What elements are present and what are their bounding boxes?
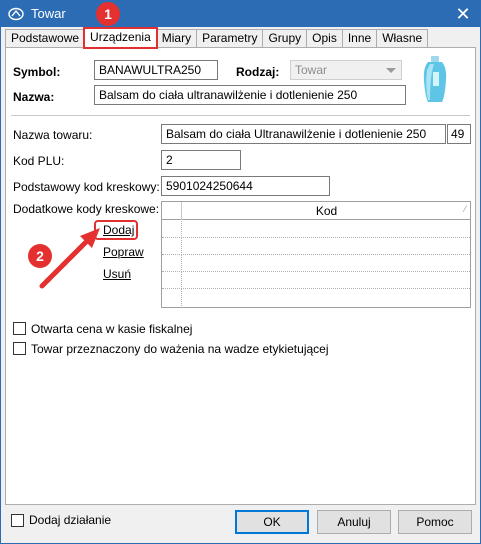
- dodaj-dzialanie-checkbox[interactable]: [11, 514, 24, 527]
- annotation-arrow: [39, 228, 100, 289]
- close-button[interactable]: ✕: [446, 1, 480, 27]
- title-bar[interactable]: Towar ✕: [1, 1, 480, 27]
- wazenie-label: Towar przeznaczony do ważenia na wadze e…: [31, 342, 329, 356]
- section-divider: [11, 115, 470, 116]
- anuluj-button[interactable]: Anuluj: [317, 510, 391, 534]
- table-row[interactable]: [162, 272, 470, 289]
- symbol-field[interactable]: BANAWULTRA250: [94, 60, 218, 80]
- tab-urzadzenia[interactable]: Urządzenia: [83, 27, 158, 49]
- grid-column-kod[interactable]: Kod: [183, 202, 470, 220]
- nazwa-towaru-label: Nazwa towaru:: [13, 128, 93, 142]
- rodzaj-select: Towar: [290, 60, 402, 80]
- ok-button[interactable]: OK: [235, 510, 309, 534]
- wazenie-checkbox[interactable]: [13, 342, 26, 355]
- tab-panel-urzadzenia: Symbol: BANAWULTRA250 Rodzaj: Towar Nazw…: [5, 47, 476, 505]
- pomoc-button[interactable]: Pomoc: [398, 510, 472, 534]
- tab-strip: Podstawowe Urządzenia Miary Parametry Gr…: [5, 27, 429, 49]
- dodatkowe-kody-label: Dodatkowe kody kreskowe:: [13, 202, 160, 216]
- tab-parametry[interactable]: Parametry: [196, 29, 264, 47]
- extra-barcodes-grid[interactable]: Kod ⁄: [161, 201, 471, 308]
- nazwa-towaru-field[interactable]: Balsam do ciała Ultranawilżenie i dotlen…: [161, 124, 446, 144]
- table-row[interactable]: [162, 255, 470, 272]
- tab-wlasne[interactable]: Własne: [376, 29, 429, 47]
- tab-inne[interactable]: Inne: [341, 29, 378, 47]
- row-selector[interactable]: [162, 289, 182, 306]
- kod-plu-field[interactable]: 2: [161, 150, 241, 170]
- usun-link[interactable]: Usuń: [103, 267, 131, 281]
- row-selector[interactable]: [162, 221, 182, 238]
- row-selector[interactable]: [162, 255, 182, 272]
- nazwa-label: Nazwa:: [13, 90, 55, 104]
- product-dialog: Towar ✕ Podstawowe Urządzenia Miary Para…: [0, 0, 481, 544]
- table-row[interactable]: [162, 221, 470, 238]
- chevron-down-icon: [386, 68, 396, 73]
- dodaj-dzialanie-label: Dodaj działanie: [29, 513, 112, 527]
- otwarta-cena-checkbox[interactable]: [13, 322, 26, 335]
- close-icon: ✕: [455, 3, 471, 24]
- tab-grupy[interactable]: Grupy: [262, 29, 308, 47]
- table-row[interactable]: [162, 238, 470, 255]
- dialog-footer: Dodaj działanie OK Anuluj Pomoc: [1, 506, 480, 543]
- symbol-label: Symbol:: [13, 65, 61, 79]
- nazwa-field[interactable]: Balsam do ciała ultranawilżenie i dotlen…: [94, 85, 406, 105]
- kod-kreskowy-label: Podstawowy kod kreskowy:: [13, 180, 160, 194]
- table-row[interactable]: [162, 289, 470, 306]
- otwarta-cena-label: Otwarta cena w kasie fiskalnej: [31, 322, 193, 336]
- rodzaj-label: Rodzaj:: [236, 65, 280, 79]
- window-title: Towar: [31, 6, 66, 21]
- row-selector[interactable]: [162, 238, 182, 255]
- nazwa-towaru-length: 49: [447, 124, 471, 144]
- grid-header: Kod ⁄: [162, 202, 470, 220]
- product-image: [423, 56, 447, 102]
- tab-miary[interactable]: Miary: [155, 29, 198, 47]
- kod-kreskowy-field[interactable]: 5901024250644: [161, 176, 330, 196]
- sort-indicator-icon: ⁄: [464, 204, 466, 214]
- kod-plu-label: Kod PLU:: [13, 154, 65, 168]
- popraw-link[interactable]: Popraw: [103, 245, 144, 259]
- tab-opis[interactable]: Opis: [306, 29, 343, 47]
- app-logo-icon: [8, 7, 24, 21]
- row-selector[interactable]: [162, 272, 182, 289]
- dodaj-link[interactable]: Dodaj: [103, 223, 134, 237]
- annotation-marker-1: 1: [96, 2, 120, 26]
- rodzaj-select-value: Towar: [295, 63, 328, 77]
- tab-podstawowe[interactable]: Podstawowe: [5, 29, 86, 47]
- grid-corner: [162, 202, 182, 220]
